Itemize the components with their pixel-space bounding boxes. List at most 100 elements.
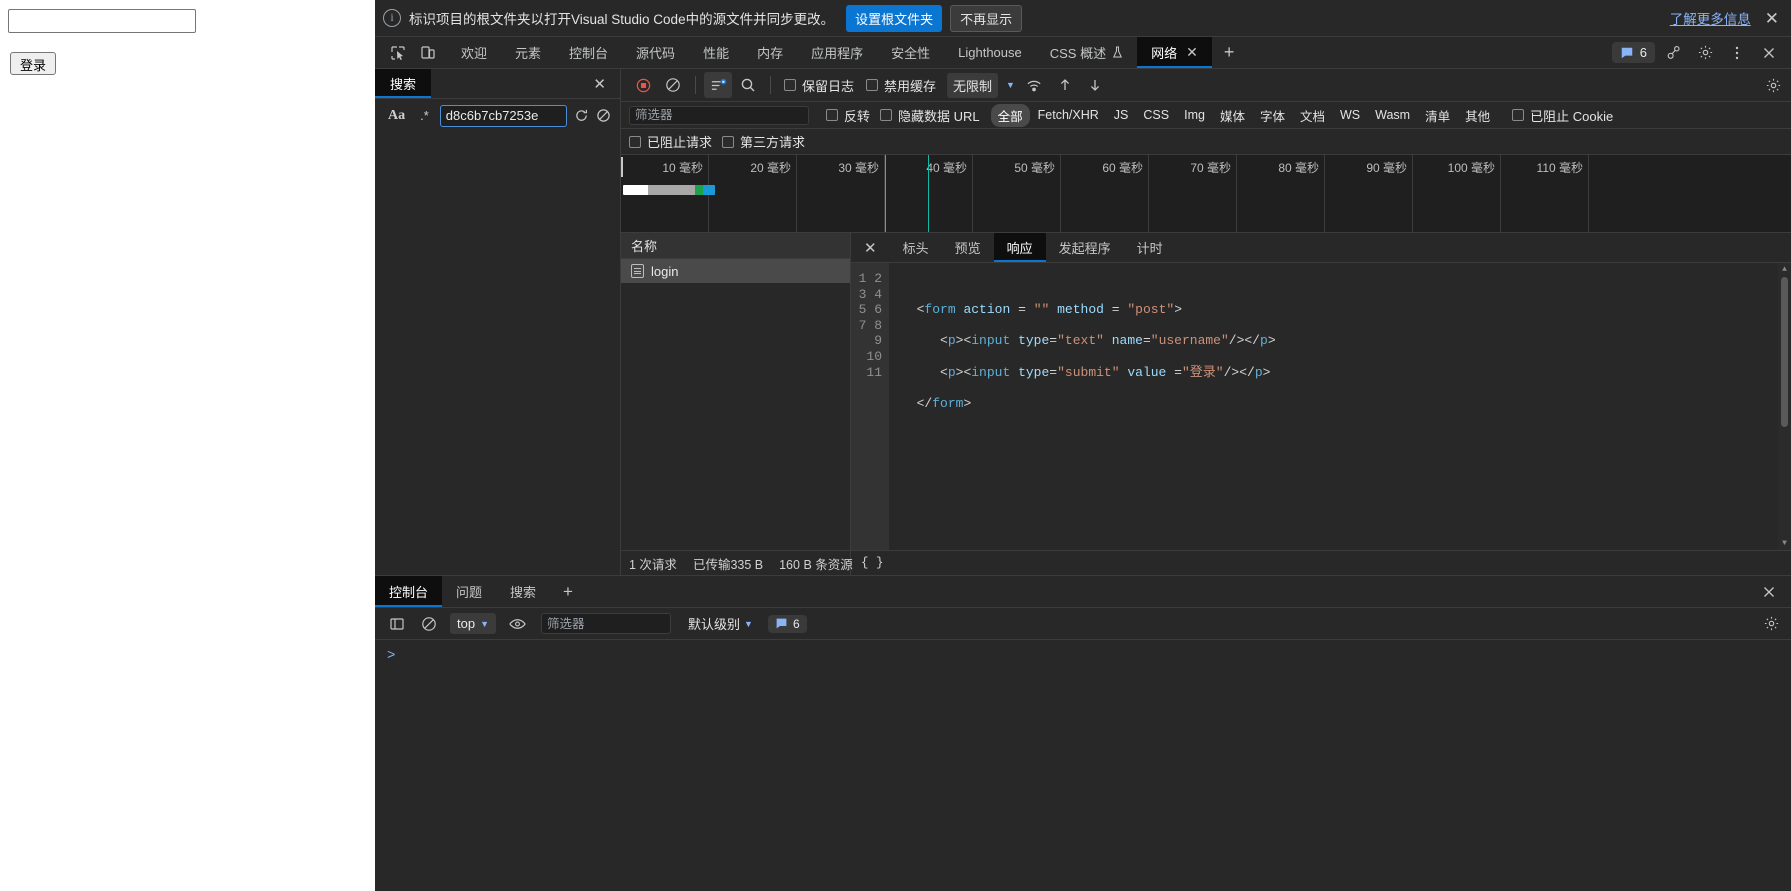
gear-icon[interactable] [1759,72,1787,98]
learn-more-link[interactable]: 了解更多信息 [1670,8,1751,28]
chevron-down-icon[interactable]: ▼ [1006,80,1015,90]
clear-network-icon[interactable] [659,72,687,98]
log-level-select[interactable]: 默认级别 ▼ [683,612,758,635]
detail-tab-headers[interactable]: 标头 [890,233,942,262]
scroll-up-arrow[interactable]: ▲ [1778,263,1791,276]
scroll-down-arrow[interactable]: ▼ [1778,537,1791,550]
chip-doc[interactable]: 文档 [1293,104,1332,127]
chip-media[interactable]: 媒体 [1213,104,1252,127]
gear-icon[interactable] [1691,40,1719,66]
tab-performance[interactable]: 性能 [689,37,743,68]
chip-img[interactable]: Img [1177,106,1212,124]
tab-welcome[interactable]: 欢迎 [447,37,501,68]
timeline-cell: 30 毫秒 [797,155,885,232]
console-toolbar-right [1757,611,1785,637]
more-vertical-icon[interactable] [1723,40,1751,66]
drawer-add-tab-button[interactable]: + [550,576,586,607]
tab-css-overview[interactable]: CSS 概述 [1036,37,1137,68]
detail-tab-timing[interactable]: 计时 [1124,233,1176,262]
tab-sources[interactable]: 源代码 [622,37,689,68]
info-bar-actions: 了解更多信息 ✕ [1670,8,1783,28]
console-sidebar-icon[interactable] [383,611,411,637]
chip-ws[interactable]: WS [1333,106,1367,124]
drawer-tab-search[interactable]: 搜索 [496,576,550,607]
devtools-close-icon[interactable] [1755,40,1783,66]
execution-context-select[interactable]: top ▼ [450,613,496,634]
export-har-icon[interactable] [1081,72,1109,98]
info-bar-close-icon[interactable]: ✕ [1765,10,1779,27]
network-conditions-icon[interactable] [1021,72,1049,98]
chip-css[interactable]: CSS [1136,106,1176,124]
clear-icon[interactable] [596,108,611,123]
tab-security[interactable]: 安全性 [877,37,944,68]
username-input[interactable] [8,9,196,33]
blocked-cookies-checkbox[interactable]: 已阻止 Cookie [1507,106,1618,125]
hide-data-urls-checkbox[interactable]: 隐藏数据 URL [875,106,985,125]
chip-wasm[interactable]: Wasm [1368,106,1417,124]
tab-lighthouse[interactable]: Lighthouse [944,37,1036,68]
inspect-element-icon[interactable] [385,41,411,65]
tab-memory[interactable]: 内存 [743,37,797,68]
timeline-cell: 20 毫秒 [709,155,797,232]
detail-tab-preview[interactable]: 预览 [942,233,994,262]
chip-manifest[interactable]: 清单 [1418,104,1457,127]
chip-js[interactable]: JS [1107,106,1136,124]
gear-icon[interactable] [1757,611,1785,637]
search-icon[interactable] [734,72,762,98]
code-scrollbar[interactable]: ▲ ▼ [1778,263,1791,550]
blocked-requests-checkbox[interactable]: 已阻止请求 [629,132,712,151]
message-icon [1621,47,1633,58]
disable-cache-checkbox[interactable]: 禁用缓存 [861,76,941,95]
response-code-viewer[interactable]: 1 2 3 4 5 6 7 8 9 10 11 <form action = "… [851,263,1791,550]
login-submit-button[interactable]: 登录 [10,52,57,75]
live-expression-icon[interactable] [503,611,531,637]
detail-close-icon[interactable]: ✕ [851,233,890,262]
refresh-icon[interactable] [574,108,589,123]
dont-show-again-button[interactable]: 不再显示 [950,4,1023,32]
request-list-header[interactable]: 名称 [621,233,850,259]
network-filter-input[interactable] [629,105,809,125]
network-overview-timeline[interactable]: 10 毫秒 20 毫秒 30 毫秒 40 毫秒 50 毫秒 60 毫秒 70 毫… [621,155,1791,233]
clear-console-icon[interactable] [415,611,443,637]
chip-all[interactable]: 全部 [990,103,1030,127]
request-row-login[interactable]: login [621,259,850,283]
search-input[interactable] [439,104,567,127]
detail-tab-initiator[interactable]: 发起程序 [1046,233,1124,262]
add-panel-button[interactable]: + [1212,37,1247,68]
detail-tab-response[interactable]: 响应 [993,233,1046,262]
tab-network[interactable]: 网络 ✕ [1137,37,1212,68]
drawer-tab-console[interactable]: 控制台 [375,576,443,607]
devtools-customize-icon[interactable] [1659,40,1687,66]
match-case-button[interactable]: Aa [384,107,409,125]
issues-badge[interactable]: 6 [1611,42,1655,63]
throttling-select[interactable]: 无限制 [947,72,999,98]
preserve-log-checkbox[interactable]: 保留日志 [779,76,859,95]
drawer-tab-issues[interactable]: 问题 [442,576,496,607]
invert-checkbox[interactable]: 反转 [821,106,875,125]
chip-other[interactable]: 其他 [1458,104,1497,127]
console-filter-input[interactable] [541,613,671,634]
device-toolbar-icon[interactable] [415,41,441,65]
regex-button[interactable]: .* [416,107,433,124]
tab-application[interactable]: 应用程序 [797,37,877,68]
chip-fetch-xhr[interactable]: Fetch/XHR [1031,106,1106,124]
third-party-checkbox[interactable]: 第三方请求 [722,132,805,151]
search-sidebar-close-icon[interactable]: ✕ [579,69,620,98]
console-issues-badge[interactable]: 6 [767,614,807,633]
tab-elements[interactable]: 元素 [501,37,555,68]
pretty-print-icon[interactable]: { } [851,556,894,570]
import-har-icon[interactable] [1051,72,1079,98]
tab-console[interactable]: 控制台 [555,37,622,68]
tick-label: 100 毫秒 [1447,161,1495,175]
set-root-folder-button[interactable]: 设置根文件夹 [846,4,943,32]
checkbox-box [866,79,879,91]
sidebar-tab-search[interactable]: 搜索 [375,69,432,98]
scrollbar-thumb[interactable] [1781,277,1788,427]
drawer-close-icon[interactable] [1755,579,1783,605]
chip-font[interactable]: 字体 [1253,104,1292,127]
record-stop-icon[interactable] [629,72,657,98]
tab-network-close-icon[interactable]: ✕ [1186,44,1198,61]
filter-icon[interactable] [704,72,732,98]
search-sidebar: 搜索 ✕ Aa .* [375,69,621,575]
console-message-area[interactable]: > [375,640,1791,891]
